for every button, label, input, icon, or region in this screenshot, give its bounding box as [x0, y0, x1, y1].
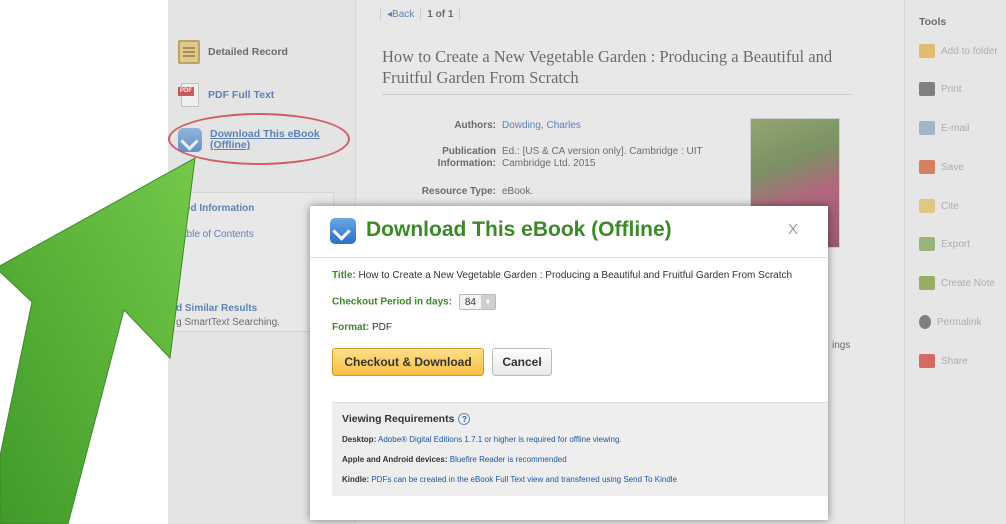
requirements-heading: Viewing Requirements?	[342, 413, 471, 426]
download-icon	[330, 218, 356, 244]
dialog-book-title: Title: How to Create a New Vegetable Gar…	[332, 270, 793, 281]
format-row: Format: PDF	[332, 322, 393, 333]
viewing-requirements-panel: Viewing Requirements? Desktop: Adobe® Di…	[332, 402, 828, 496]
close-icon[interactable]: X	[788, 221, 798, 238]
checkout-period-select[interactable]: 84 ▼	[458, 294, 496, 310]
ebsco-record-page: Detailed Record PDF PDF Full Text Downlo…	[168, 0, 1006, 524]
send-to-kindle-link[interactable]: PDFs can be created in the eBook Full Te…	[371, 475, 677, 484]
arrow-shape	[0, 157, 196, 524]
chevron-down-icon: ▼	[480, 295, 495, 309]
help-icon[interactable]: ?	[458, 413, 471, 426]
download-ebook-dialog: Download This eBook (Offline) X Title: H…	[310, 206, 828, 520]
cancel-button[interactable]: Cancel	[492, 348, 552, 376]
checkout-period-row: Checkout Period in days: 84 ▼	[332, 294, 496, 310]
requirement-desktop: Desktop: Adobe® Digital Editions 1.7.1 o…	[342, 435, 622, 444]
requirement-kindle: Kindle: PDFs can be created in the eBook…	[342, 475, 677, 484]
dialog-title: Download This eBook (Offline)	[366, 218, 672, 241]
dialog-header: Download This eBook (Offline) X	[310, 206, 828, 258]
checkout-download-button[interactable]: Checkout & Download	[332, 348, 484, 376]
bluefire-reader-link[interactable]: Bluefire Reader is recommended	[450, 455, 567, 464]
requirement-mobile: Apple and Android devices: Bluefire Read…	[342, 455, 567, 464]
adobe-digital-editions-link[interactable]: Adobe® Digital Editions 1.7.1 or higher …	[378, 435, 622, 444]
